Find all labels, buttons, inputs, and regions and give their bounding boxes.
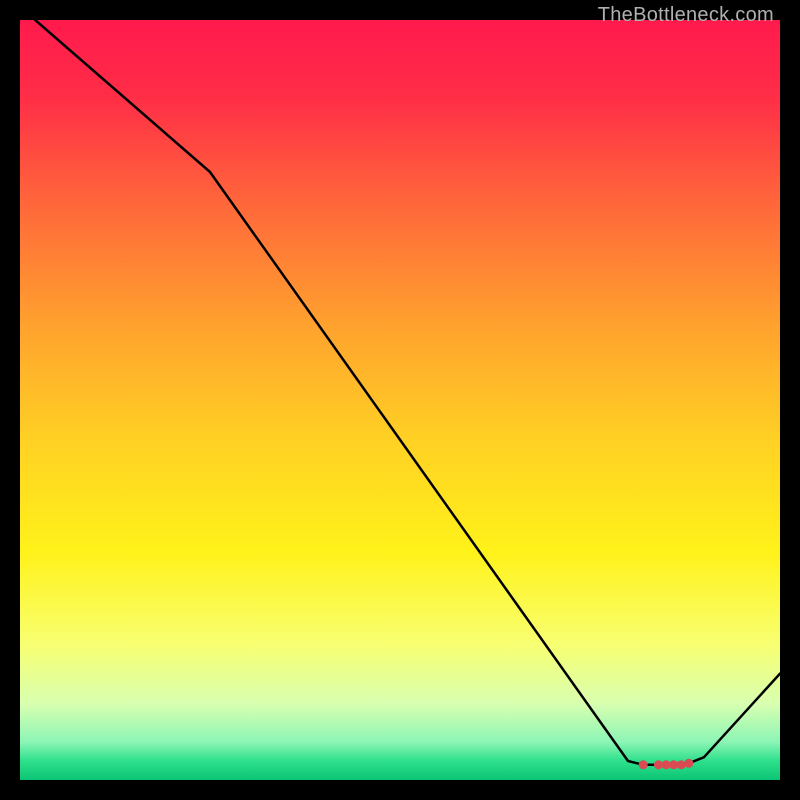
- bottleneck-curve: [20, 20, 780, 765]
- curve-layer: [20, 20, 780, 780]
- chart-container: TheBottleneck.com: [0, 0, 800, 800]
- watermark-text: TheBottleneck.com: [598, 4, 774, 27]
- optimum-marker: [684, 759, 693, 768]
- optimum-markers: [639, 759, 694, 770]
- optimum-marker: [639, 760, 648, 769]
- optimum-marker: [677, 760, 686, 769]
- plot-area: [20, 20, 780, 780]
